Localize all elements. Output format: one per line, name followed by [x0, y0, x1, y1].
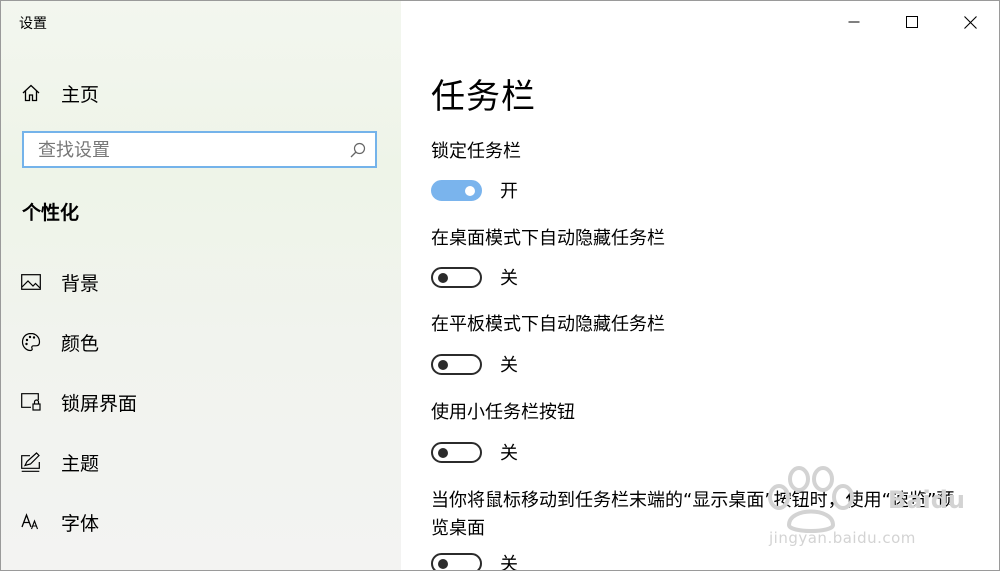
- setting-label: 锁定任务栏: [431, 141, 521, 162]
- autohide-tablet-toggle[interactable]: [431, 353, 482, 375]
- setting-label: 在桌面模式下自动隐藏任务栏: [431, 228, 665, 249]
- search-icon[interactable]: [350, 142, 366, 162]
- maximize-icon: [906, 16, 918, 28]
- maximize-button[interactable]: [883, 1, 941, 43]
- minimize-button[interactable]: [825, 1, 883, 43]
- toggle-knob: [438, 558, 448, 569]
- palette-icon: [21, 332, 41, 352]
- toggle-knob: [438, 359, 448, 370]
- search-input[interactable]: [36, 133, 340, 168]
- toggle-state: 关: [500, 268, 518, 289]
- picture-icon: [21, 272, 41, 292]
- toggle-knob: [438, 272, 448, 283]
- sidebar-item-background[interactable]: 背景: [21, 269, 99, 295]
- setting-label: 在平板模式下自动隐藏任务栏: [431, 314, 665, 335]
- lock-screen-icon: [21, 392, 41, 412]
- minimize-icon: [848, 21, 860, 23]
- toggle-knob: [465, 185, 475, 196]
- sidebar-item-label: 背景: [61, 272, 100, 295]
- toggle-state: 开: [500, 181, 518, 202]
- theme-icon: [21, 452, 41, 472]
- sidebar-item-lock-screen[interactable]: 锁屏界面: [21, 389, 137, 415]
- sidebar-item-label: 颜色: [61, 332, 100, 355]
- app-title: 设置: [19, 16, 47, 32]
- home-label: 主页: [61, 83, 100, 106]
- sidebar: 设置 主页 个性化 背景 颜色: [1, 1, 401, 570]
- search-box[interactable]: [22, 131, 377, 168]
- toggle-state: 关: [500, 554, 518, 571]
- section-heading: 个性化: [22, 202, 80, 224]
- toggle-state: 关: [500, 443, 518, 464]
- main-content: 任务栏 锁定任务栏 开 在桌面模式下自动隐藏任务栏 关 在平板模式下自动隐藏任务…: [401, 1, 999, 570]
- window-controls: [825, 1, 999, 43]
- lock-taskbar-toggle[interactable]: [431, 179, 482, 201]
- autohide-desktop-setting: 关: [431, 264, 518, 290]
- sidebar-item-themes[interactable]: 主题: [21, 449, 99, 475]
- sidebar-item-colors[interactable]: 颜色: [21, 329, 99, 355]
- small-buttons-toggle[interactable]: [431, 441, 482, 463]
- settings-window: 设置 主页 个性化 背景 颜色: [0, 0, 1000, 571]
- toggle-state: 关: [500, 355, 518, 376]
- setting-label: 使用小任务栏按钮: [431, 402, 575, 423]
- small-buttons-setting: 关: [431, 439, 518, 465]
- peek-toggle[interactable]: [431, 552, 482, 570]
- sidebar-item-fonts[interactable]: 字体: [21, 509, 99, 535]
- sidebar-item-label: 主题: [61, 452, 100, 475]
- close-button[interactable]: [941, 1, 999, 43]
- toggle-knob: [438, 447, 448, 458]
- close-icon: [963, 15, 977, 29]
- font-icon: [21, 512, 41, 532]
- sidebar-item-label: 字体: [61, 512, 100, 535]
- watermark-url: jingyan.baidu.com: [769, 529, 916, 547]
- autohide-tablet-setting: 关: [431, 351, 518, 377]
- watermark-text: Baidu: [888, 486, 965, 514]
- sidebar-item-label: 锁屏界面: [61, 392, 138, 415]
- lock-taskbar-setting: 开: [431, 177, 518, 203]
- watermark-paw-icon: [759, 463, 869, 537]
- home-icon: [21, 83, 41, 103]
- page-title: 任务栏: [431, 77, 536, 117]
- autohide-desktop-toggle[interactable]: [431, 266, 482, 288]
- home-nav-item[interactable]: 主页: [21, 81, 100, 106]
- peek-setting: 关: [431, 550, 518, 571]
